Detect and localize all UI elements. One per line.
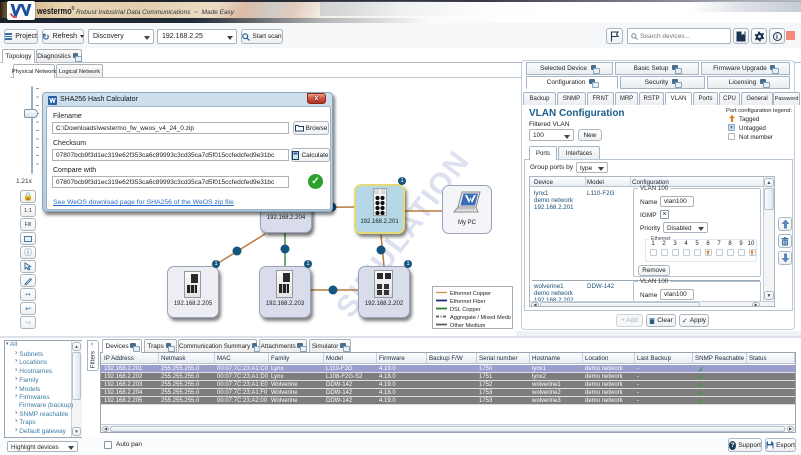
svg-text:Ethernet Copper: Ethernet Copper (450, 291, 491, 297)
svg-text:DSL Copper: DSL Copper (450, 307, 481, 313)
svg-text:Aggregate / Mixed Media: Aggregate / Mixed Media (450, 315, 511, 321)
svg-text:Other Medium: Other Medium (450, 323, 486, 327)
svg-text:Ethernet Fiber: Ethernet Fiber (450, 299, 486, 305)
